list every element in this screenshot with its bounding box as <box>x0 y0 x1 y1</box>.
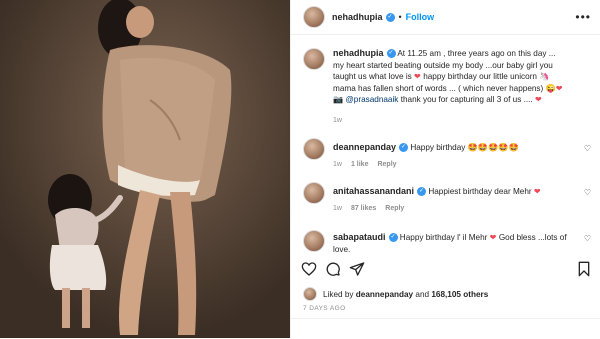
heart-emoji: ❤ <box>534 95 542 105</box>
likes-summary: Liked by deannepanday and 168,105 others <box>303 287 488 301</box>
commenter-username[interactable]: sabapataudi <box>333 232 386 242</box>
verified-icon: ✓ <box>417 187 427 197</box>
comment-meta: 1w 1 like Reply <box>333 161 397 168</box>
comment-like-heart-icon[interactable]: ♡ <box>584 144 591 153</box>
commenter-username[interactable]: deannepanday <box>333 142 396 152</box>
verified-icon: ✓ <box>399 143 409 153</box>
caption-age: 1w <box>333 117 342 124</box>
caption-part-2: happy birthday our little unicorn <box>423 72 537 82</box>
author-avatar-small[interactable] <box>303 48 325 70</box>
post-header: nehadhupia ✓ • Follow ••• <box>291 0 600 35</box>
comment-emojis: ❤ <box>533 187 541 196</box>
comment-likes[interactable]: 1 like <box>351 161 369 168</box>
comment-emojis: 🤩🤩🤩🤩🤩 <box>467 143 519 152</box>
liker-username[interactable]: deannepanday <box>356 290 413 299</box>
comment-age: 1w <box>333 205 342 212</box>
comment-meta: 1w 87 likes Reply <box>333 205 404 212</box>
caption-text: nehadhupia ✓ At 11.25 am , three years ag… <box>333 48 568 106</box>
reply-button[interactable]: Reply <box>385 205 404 212</box>
follow-button[interactable]: Follow <box>406 12 435 22</box>
verified-icon: ✓ <box>386 49 396 59</box>
comment-likes[interactable]: 87 likes <box>351 205 376 212</box>
commenter-avatar[interactable] <box>303 230 325 252</box>
comment-body: Happy birthday <box>410 143 466 152</box>
photo-illustration <box>0 0 290 338</box>
photographer-mention[interactable]: @prasadnaaik <box>345 95 398 104</box>
verified-icon: ✓ <box>385 12 395 22</box>
bookmark-icon[interactable] <box>576 261 592 277</box>
reply-button[interactable]: Reply <box>377 161 396 168</box>
comment-like-heart-icon[interactable]: ♡ <box>584 234 591 243</box>
comment-emojis: ❤ <box>489 233 497 242</box>
camera-emoji: 📷 <box>333 95 344 105</box>
verified-icon: ✓ <box>388 233 398 243</box>
post-date[interactable]: 7 DAYS AGO <box>303 305 346 312</box>
commenter-username[interactable]: anitahassanandani <box>333 186 414 196</box>
likes-joiner: and <box>415 289 430 299</box>
liker-avatar[interactable] <box>303 287 317 301</box>
caption-meta: 1w <box>333 117 342 124</box>
share-icon[interactable] <box>349 261 365 277</box>
comment-body-part-1: Happy birthday l' il Mehr <box>399 233 488 242</box>
post-side-panel: nehadhupia ✓ • Follow ••• nehadhupia ✓ At… <box>290 0 600 338</box>
author-avatar[interactable] <box>303 6 325 28</box>
smile-emoji: 😜 <box>545 83 556 93</box>
more-icon[interactable]: ••• <box>575 10 591 24</box>
heart-emoji: ❤ <box>414 72 421 82</box>
add-comment-area <box>291 318 600 339</box>
post-photo[interactable] <box>0 0 290 338</box>
unicorn-emoji: 🦄 <box>539 72 550 82</box>
likes-prefix: Liked by <box>323 289 354 299</box>
heart-icon[interactable] <box>301 261 317 277</box>
commenter-avatar[interactable] <box>303 182 325 204</box>
caption-part-4: thank you for capturing all 3 of us .... <box>400 95 533 105</box>
separator-dot: • <box>398 12 402 22</box>
comment-text: sabapataudi ✓ Happy birthday l' il Mehr ❤… <box>333 232 568 255</box>
likes-count[interactable]: 168,105 others <box>431 290 488 299</box>
comment-age: 1w <box>333 161 342 168</box>
heart-emoji: ❤ <box>555 83 563 93</box>
comment-like-heart-icon[interactable]: ♡ <box>584 188 591 197</box>
comment-icon[interactable] <box>325 261 341 277</box>
post-actions-bar <box>291 258 600 282</box>
caption-username[interactable]: nehadhupia <box>333 48 384 58</box>
comment-body: Happiest birthday dear Mehr <box>428 187 532 196</box>
comment-text: anitahassanandani ✓ Happiest birthday dea… <box>333 186 568 198</box>
comment-text: deannepanday ✓ Happy birthday 🤩🤩🤩🤩🤩 <box>333 142 568 154</box>
caption-part-3: mama has fallen short of words ... ( whi… <box>333 83 544 93</box>
commenter-avatar[interactable] <box>303 138 325 160</box>
author-username[interactable]: nehadhupia <box>332 12 383 22</box>
